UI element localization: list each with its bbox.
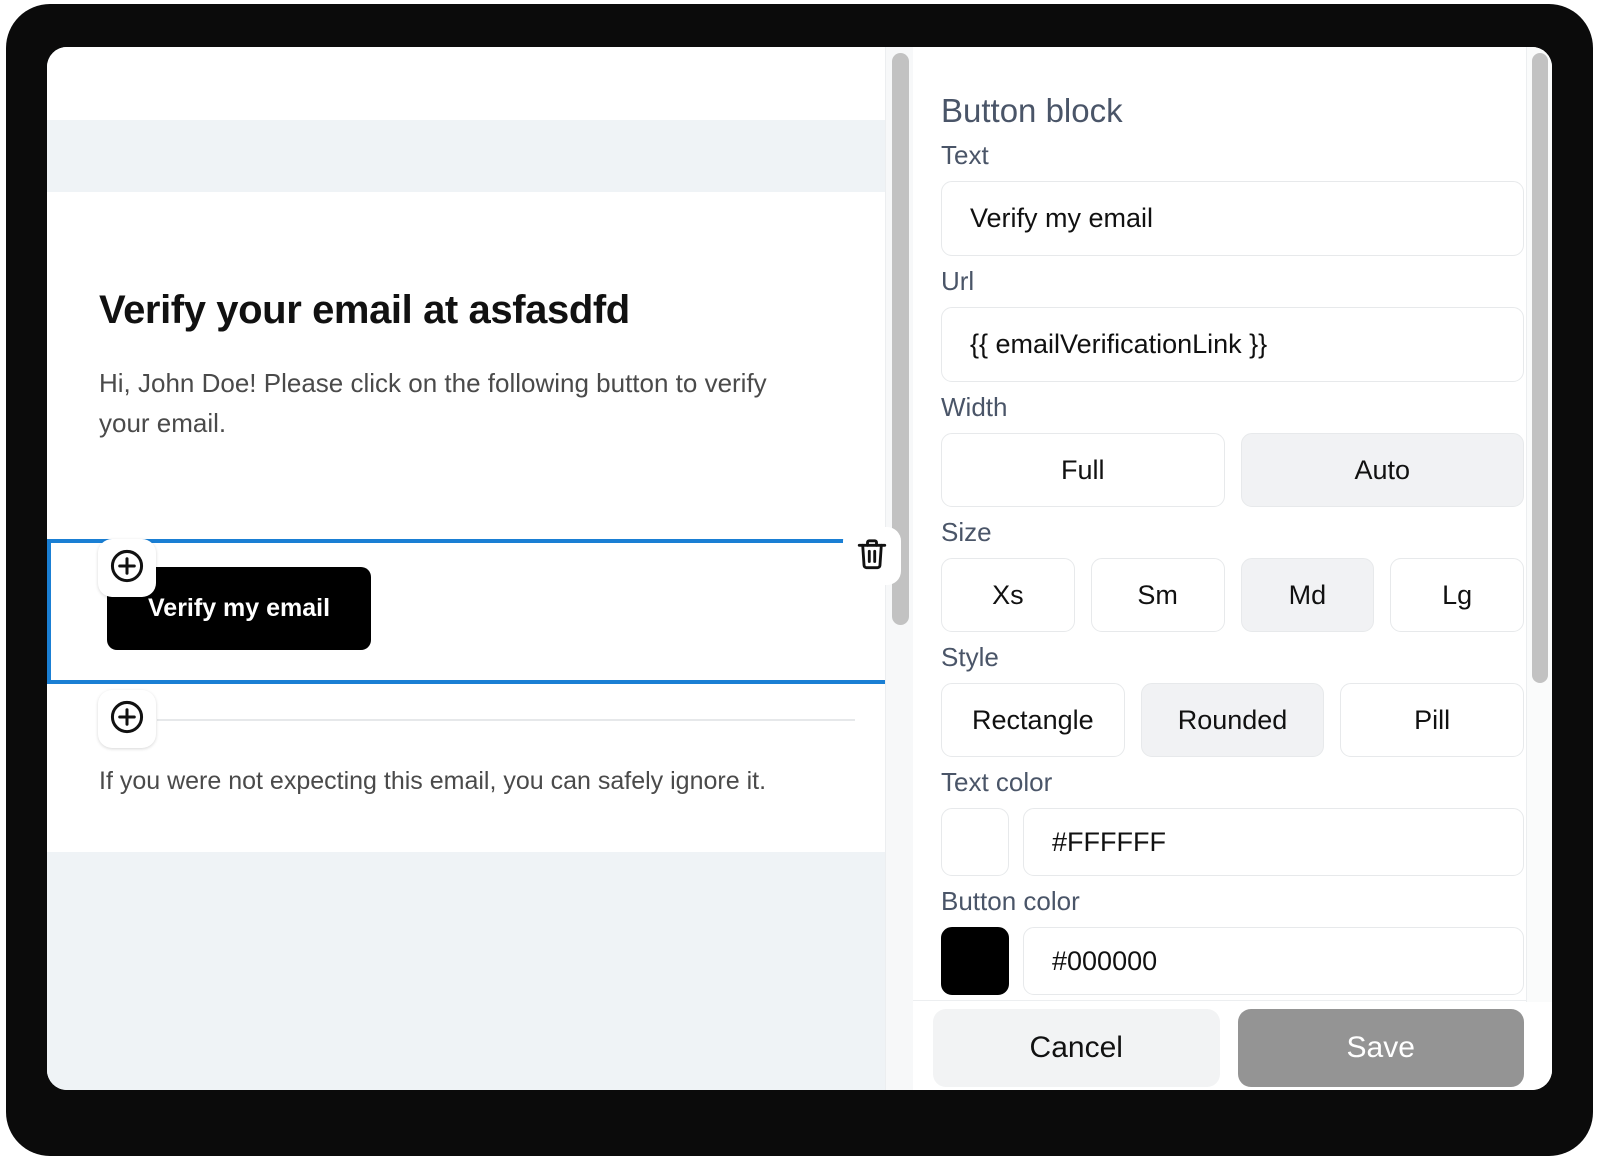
style-option-rounded[interactable]: Rounded — [1140, 683, 1325, 757]
divider-line — [157, 719, 855, 721]
preview-header-band — [47, 120, 913, 192]
preview-top-strip — [47, 47, 913, 120]
width-option-full[interactable]: Full — [941, 433, 1225, 507]
settings-scrollbar[interactable] — [1526, 47, 1552, 1002]
add-block-button-top[interactable] — [98, 539, 156, 597]
button-color-field-label: Button color — [941, 886, 1080, 916]
plus-circle-icon — [108, 547, 146, 590]
trash-icon — [854, 536, 890, 577]
text-color-input[interactable] — [1023, 808, 1524, 876]
size-option-group: Xs Sm Md Lg — [941, 558, 1524, 632]
cancel-button[interactable]: Cancel — [933, 1009, 1220, 1087]
size-option-md[interactable]: Md — [1240, 558, 1375, 632]
style-option-rectangle[interactable]: Rectangle — [941, 683, 1125, 757]
delete-block-button[interactable] — [843, 527, 901, 585]
width-option-group: Full Auto — [941, 433, 1524, 507]
style-field-label: Style — [941, 642, 999, 672]
email-content: Verify your email at asfasdfd Hi, John D… — [47, 192, 913, 444]
button-color-input[interactable] — [1023, 927, 1524, 995]
width-option-auto[interactable]: Auto — [1240, 433, 1524, 507]
style-option-pill[interactable]: Pill — [1340, 683, 1525, 757]
add-block-divider-row — [47, 690, 905, 748]
button-color-swatch[interactable] — [941, 927, 1009, 995]
button-url-input[interactable] — [941, 307, 1524, 382]
text-color-swatch[interactable] — [941, 808, 1009, 876]
size-option-xs[interactable]: Xs — [941, 558, 1075, 632]
button-color-row — [941, 927, 1524, 995]
panel-title: Button block — [941, 92, 1123, 129]
button-text-input[interactable] — [941, 181, 1524, 256]
save-button[interactable]: Save — [1237, 1009, 1524, 1087]
settings-scroll-area: Button block Text Url Width Full Auto Si… — [913, 47, 1552, 1000]
app-window: Verify your email at asfasdfd Hi, John D… — [47, 47, 1552, 1090]
settings-footer: Cancel Save — [913, 1000, 1552, 1090]
text-color-field-label: Text color — [941, 767, 1053, 797]
selected-button-block[interactable]: Verify my email — [47, 539, 905, 684]
add-block-button-bottom[interactable] — [98, 690, 156, 748]
text-field-label: Text — [941, 140, 989, 170]
email-preview-pane: Verify your email at asfasdfd Hi, John D… — [47, 47, 913, 1090]
email-heading: Verify your email at asfasdfd — [99, 288, 630, 332]
email-footer-note: If you were not expecting this email, yo… — [99, 767, 767, 795]
preview-bottom-band — [47, 852, 913, 1090]
plus-circle-icon — [108, 698, 146, 741]
width-field-label: Width — [941, 392, 1008, 422]
email-paragraph: Hi, John Doe! Please click on the follow… — [99, 368, 767, 439]
url-field-label: Url — [941, 266, 975, 296]
size-option-sm[interactable]: Sm — [1090, 558, 1225, 632]
style-option-group: Rectangle Rounded Pill — [941, 683, 1525, 757]
size-option-lg[interactable]: Lg — [1390, 558, 1524, 632]
settings-pane: Button block Text Url Width Full Auto Si… — [913, 47, 1552, 1090]
settings-scrollbar-thumb[interactable] — [1532, 53, 1548, 683]
text-color-row — [941, 808, 1524, 876]
size-field-label: Size — [941, 517, 992, 547]
